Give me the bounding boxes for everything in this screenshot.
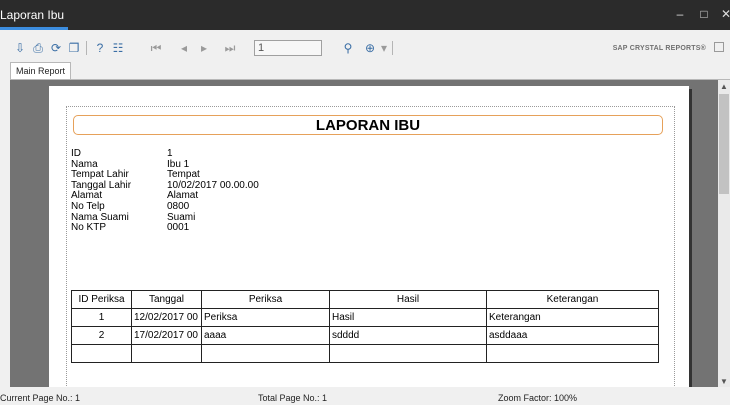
report-viewer-window: Laporan Ibu – □ ✕ ⇩ ⎙ ⟳ ❐ ? ☷ ⏮ ◂ ▸ ⏭ 1 … <box>0 0 730 405</box>
title-bar: Laporan Ibu – □ ✕ <box>0 0 730 30</box>
column-header: Hasil <box>329 290 487 309</box>
info-value: 1 <box>167 148 173 159</box>
refresh-icon[interactable]: ⟳ <box>48 40 64 56</box>
first-page-icon[interactable]: ⏮ <box>148 40 164 56</box>
next-page-icon[interactable]: ▸ <box>196 40 212 56</box>
column-header: Keterangan <box>486 290 659 309</box>
table-empty-row <box>71 344 659 363</box>
copy-icon[interactable]: ❐ <box>66 40 82 56</box>
scroll-down-icon[interactable]: ▼ <box>718 377 730 386</box>
info-value: 0001 <box>167 222 190 234</box>
table-row: 2 17/02/2017 00 aaaa sdddd asddaaa <box>71 326 659 345</box>
current-page-status: Current Page No.: 1 <box>0 393 81 403</box>
find-icon[interactable]: ⚲ <box>340 40 356 56</box>
info-label: No Telp <box>71 200 105 212</box>
table-cell: 17/02/2017 00 <box>131 326 202 345</box>
scrollbar-thumb[interactable] <box>719 94 729 194</box>
toolbar-separator <box>392 41 393 55</box>
table-cell: Periksa <box>201 308 330 327</box>
total-page-status: Total Page No.: 1 <box>258 393 328 403</box>
scroll-up-icon[interactable]: ▲ <box>718 82 730 91</box>
zoom-factor-status: Zoom Factor: 100% <box>498 393 578 403</box>
column-header: Tanggal <box>131 290 202 309</box>
table-cell <box>131 344 202 363</box>
table-header-row: ID Periksa Tanggal Periksa Hasil Keteran… <box>71 290 659 309</box>
table-row: 1 12/02/2017 00 Periksa Hasil Keterangan <box>71 308 659 327</box>
status-bar: Current Page No.: 1 Total Page No.: 1 Zo… <box>0 391 730 405</box>
maximize-button[interactable]: □ <box>696 7 712 21</box>
info-label: ID <box>71 148 81 159</box>
report-viewport: LAPORAN IBU ID 1 Nama Ibu 1 Tempat Lahir Te… <box>10 79 730 387</box>
export-icon[interactable]: ⇩ <box>12 40 28 56</box>
table-cell: aaaa <box>201 326 330 345</box>
close-button[interactable]: ✕ <box>718 7 730 21</box>
group-tree-icon[interactable]: ☷ <box>110 40 126 56</box>
table-cell: sdddd <box>329 326 487 345</box>
toolbar: ⇩ ⎙ ⟳ ❐ ? ☷ ⏮ ◂ ▸ ⏭ 1 ⚲ ⊕ ▾ SAP CRYSTAL … <box>0 36 730 60</box>
info-value: 0800 <box>167 200 190 212</box>
table-cell: 12/02/2017 00 <box>131 308 202 327</box>
table-cell <box>201 344 330 363</box>
report-frame: LAPORAN IBU ID 1 Nama Ibu 1 Tempat Lahir Te… <box>66 106 675 387</box>
window-title: Laporan Ibu <box>0 8 65 22</box>
vertical-scrollbar[interactable]: ▲ ▼ <box>718 80 730 387</box>
table-cell: Keterangan <box>486 308 659 327</box>
print-icon[interactable]: ⎙ <box>30 40 46 56</box>
zoom-dropdown-chevron-icon[interactable]: ▾ <box>376 40 392 56</box>
examination-table: ID Periksa Tanggal Periksa Hasil Keteran… <box>71 290 659 363</box>
previous-page-icon[interactable]: ◂ <box>176 40 192 56</box>
help-icon[interactable]: ? <box>92 40 108 56</box>
title-underline <box>0 27 68 30</box>
tab-main-report[interactable]: Main Report <box>10 62 72 79</box>
brand-label: SAP CRYSTAL REPORTS® <box>612 45 706 52</box>
column-header: Periksa <box>201 290 330 309</box>
info-label: No KTP <box>71 222 107 234</box>
table-cell: 1 <box>71 308 132 327</box>
minimize-button[interactable]: – <box>672 7 688 21</box>
table-cell <box>71 344 132 363</box>
table-cell <box>329 344 487 363</box>
last-page-icon[interactable]: ⏭ <box>222 40 238 56</box>
table-cell: Hasil <box>329 308 487 327</box>
brand-menu-icon[interactable] <box>714 42 724 52</box>
toolbar-separator <box>86 41 87 55</box>
report-page: LAPORAN IBU ID 1 Nama Ibu 1 Tempat Lahir Te… <box>49 86 689 387</box>
report-title: LAPORAN IBU <box>315 117 421 134</box>
page-number-input[interactable]: 1 <box>254 40 322 56</box>
column-header: ID Periksa <box>71 290 132 309</box>
report-title-banner: LAPORAN IBU <box>73 115 663 135</box>
table-cell <box>486 344 659 363</box>
table-cell: 2 <box>71 326 132 345</box>
table-cell: asddaaa <box>486 326 659 345</box>
